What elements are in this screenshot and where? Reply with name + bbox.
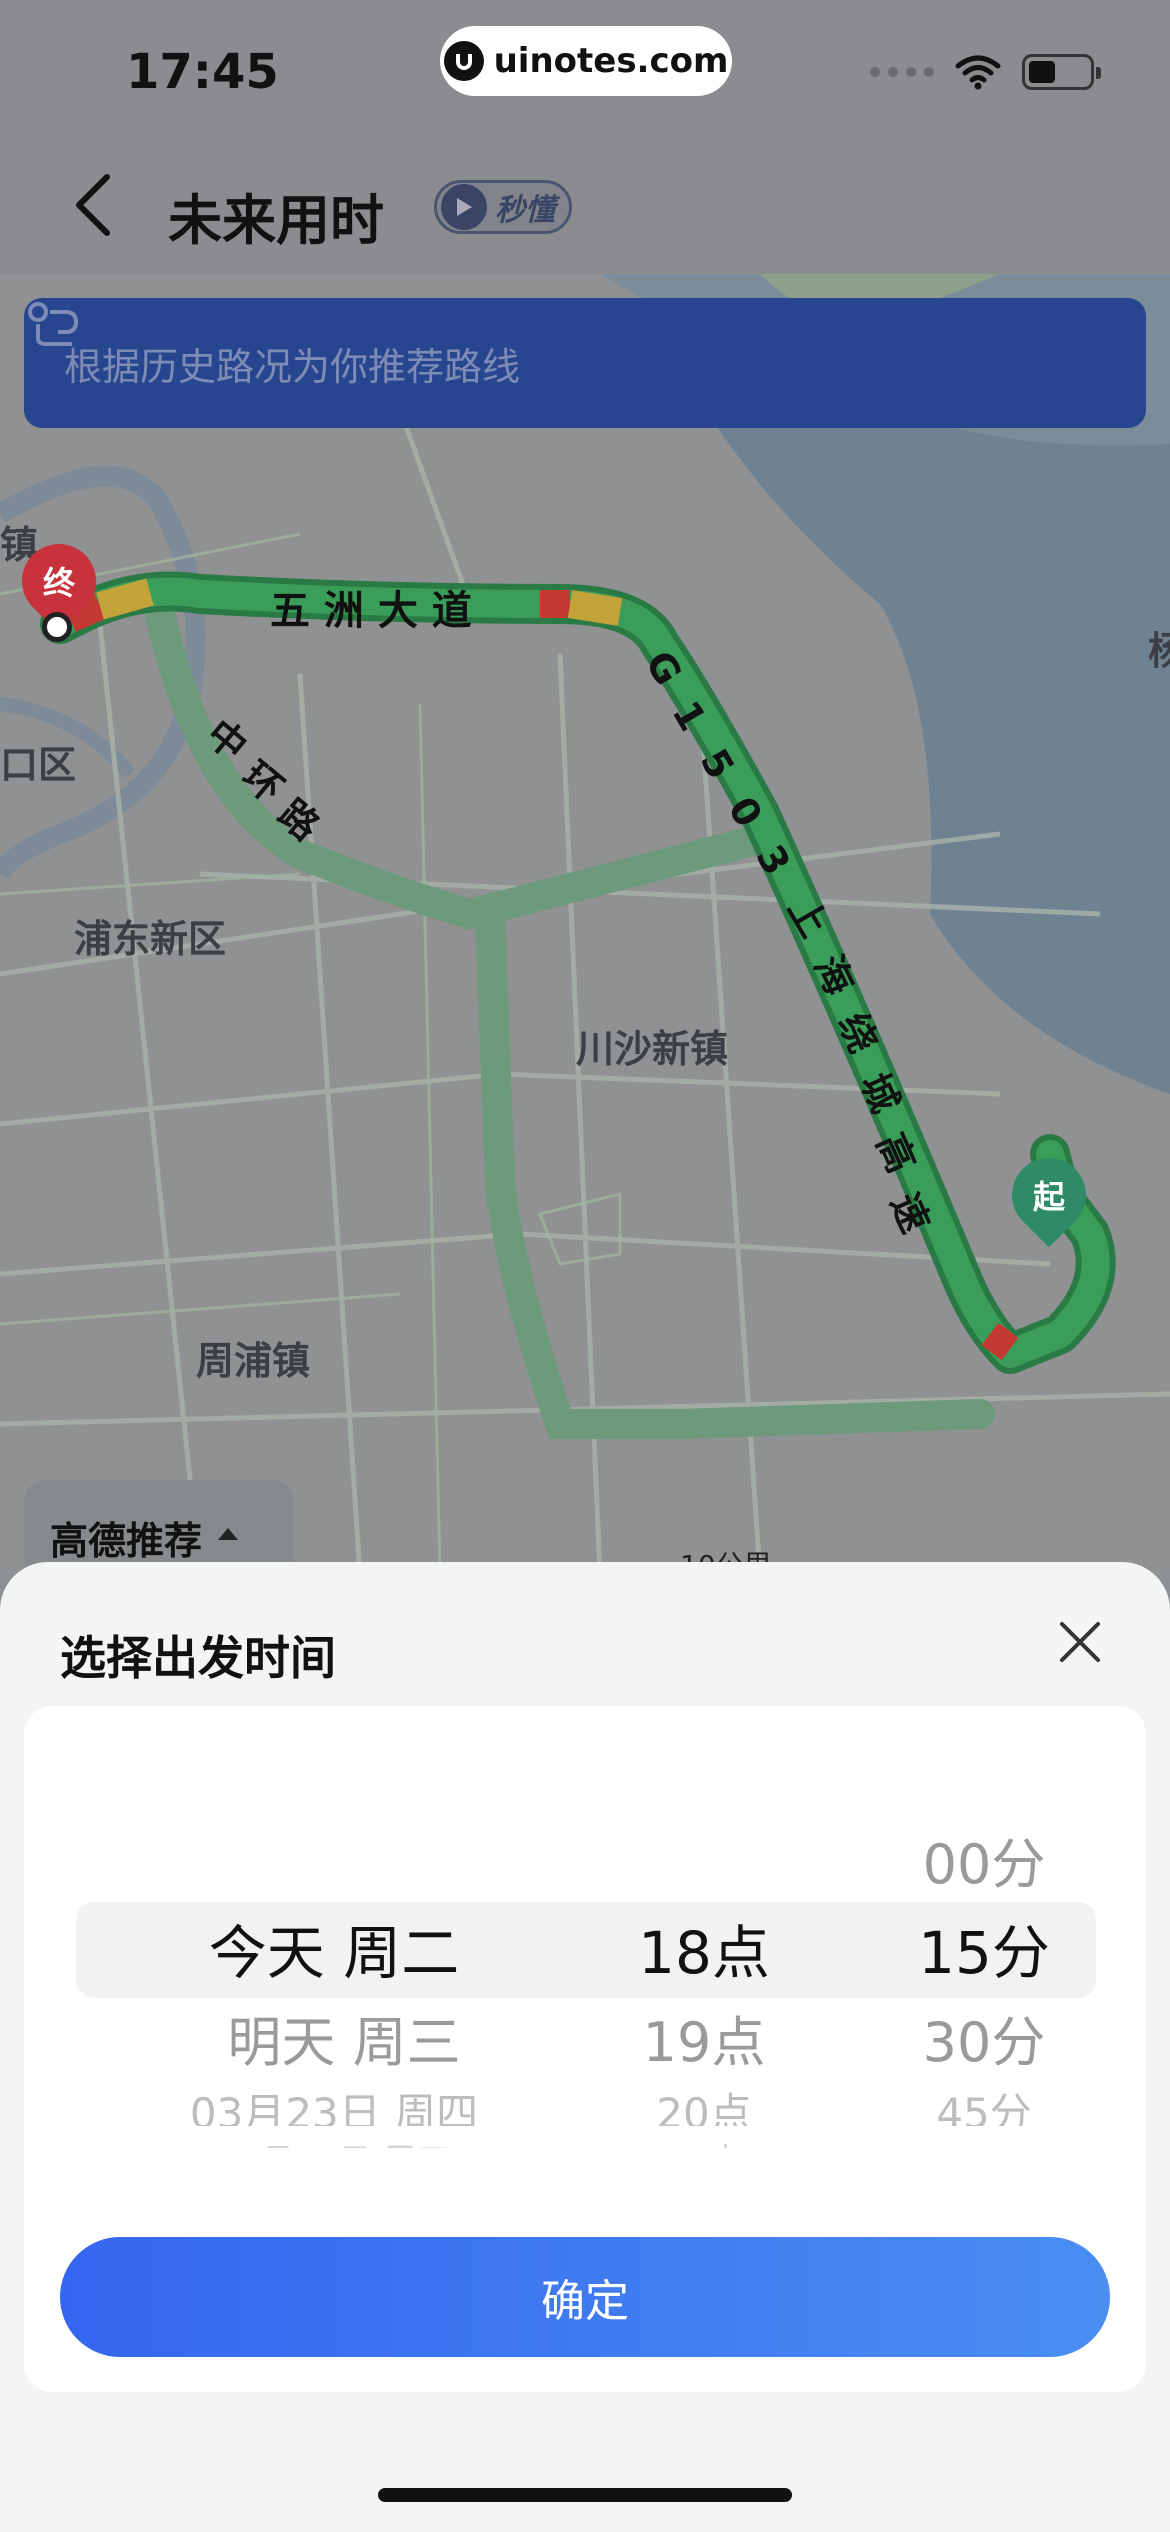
route-hint-text: 根据历史路况为你推荐路线	[64, 344, 521, 389]
hour-option[interactable]: 20点	[614, 2080, 794, 2126]
play-icon	[441, 184, 487, 230]
departure-time-sheet: 选择出发时间 今天 周二 明天 周三 03月23日 周四 03月24日 周五 1…	[0, 1562, 1170, 2532]
caret-up-icon	[218, 1528, 239, 1540]
minute-option-selected[interactable]: 15分	[894, 1906, 1074, 1990]
status-icons	[870, 54, 1101, 90]
minute-option[interactable]: 45分	[894, 2080, 1074, 2126]
battery-icon	[1022, 54, 1101, 90]
back-button[interactable]	[58, 170, 128, 240]
map-label-edge-right: 杨	[1148, 629, 1170, 673]
chevron-left-icon	[76, 174, 110, 236]
close-button[interactable]	[1050, 1612, 1110, 1672]
watermark-badge: uinotes.com	[440, 26, 732, 96]
map-label-chuansha: 川沙新镇	[576, 1027, 729, 1071]
minute-option[interactable]: 30分	[894, 1998, 1074, 2077]
day-option-selected[interactable]: 今天 周二	[184, 1906, 484, 1990]
nav-bar: 未来用时 秒懂	[0, 140, 1170, 274]
day-option[interactable]: 明天 周三	[194, 1998, 494, 2077]
quick-explain-badge[interactable]: 秒懂	[434, 180, 572, 234]
hour-option[interactable]: 21点	[624, 2134, 784, 2148]
route-icon	[28, 302, 79, 346]
close-icon	[1060, 1622, 1100, 1662]
confirm-button[interactable]: 确定	[60, 2237, 1110, 2357]
watermark-logo-icon	[443, 41, 484, 81]
map-label-district: 口区	[0, 743, 77, 787]
minute-option[interactable]: 00分	[894, 1820, 1074, 1899]
signal-icon	[870, 67, 934, 77]
day-option[interactable]: 03月23日 周四	[124, 2080, 544, 2126]
watermark-text: uinotes.com	[493, 41, 729, 81]
end-pin-label: 终	[42, 564, 76, 603]
quick-badge-label: 秒懂	[495, 193, 555, 228]
road-label-wuzhou: 五 洲 大 道	[270, 588, 472, 634]
route-hint-banner: 根据历史路况为你推荐路线	[24, 298, 1146, 428]
route-map[interactable]: 根据历史路况为你推荐路线 镇 口区 浦东新区 川沙新镇 周浦镇 杨 五 洲 大 …	[0, 274, 1170, 1574]
day-option[interactable]: 03月24日 周五	[134, 2134, 534, 2148]
map-label-zhoupu: 周浦镇	[196, 1339, 311, 1383]
home-indicator[interactable]	[378, 2488, 792, 2502]
sheet-title: 选择出发时间	[60, 1631, 336, 1685]
recommend-route-tab[interactable]: 高德推荐	[24, 1480, 294, 1574]
wifi-icon	[955, 55, 1001, 90]
hour-option[interactable]: 19点	[614, 1998, 794, 2077]
hour-option-selected[interactable]: 18点	[614, 1906, 794, 1990]
map-label-pudong: 浦东新区	[74, 917, 227, 961]
start-pin-label: 起	[1032, 1178, 1066, 1217]
page-title: 未来用时	[168, 189, 384, 252]
status-bar: 17:45 uinotes.com	[0, 0, 1170, 140]
end-point-dot	[42, 612, 72, 642]
status-time: 17:45	[126, 44, 279, 100]
